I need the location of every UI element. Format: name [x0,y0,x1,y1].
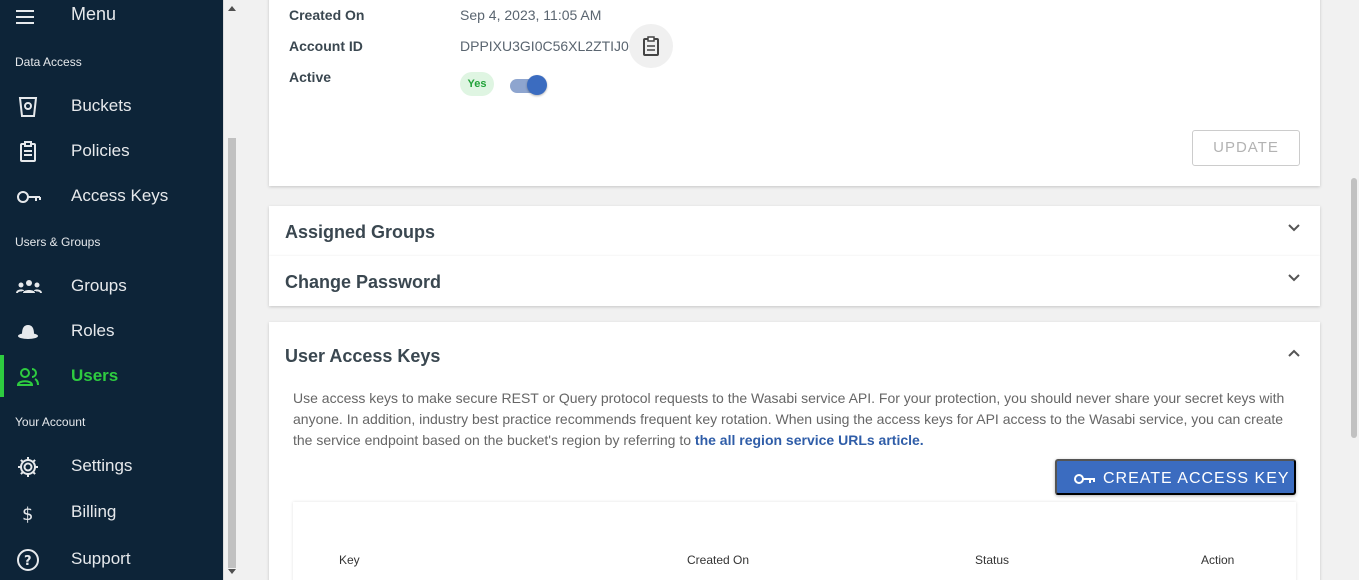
bucket-icon [16,95,40,119]
clipboard-icon [643,36,659,56]
section-users-groups: Users & Groups [15,235,101,249]
created-on-label: Created On [289,7,365,23]
sidebar-scrollbar[interactable] [223,0,239,580]
assigned-groups-accordion[interactable]: Assigned Groups [269,206,1320,256]
sidebar-item-label: Access Keys [71,186,169,205]
menu-toggle[interactable]: Menu [0,2,223,30]
sidebar-item-buckets[interactable]: Buckets [0,85,223,127]
active-indicator [0,355,4,397]
create-access-key-label: CREATE ACCESS KEY [1103,470,1290,487]
user-details-card: Created On Sep 4, 2023, 11:05 AM Account… [269,0,1320,186]
access-keys-description: Use access keys to make secure REST or Q… [293,388,1293,451]
sidebar-item-users[interactable]: Users [0,355,223,397]
column-header-status[interactable]: Status [975,553,1009,567]
toggle-knob [527,75,547,95]
sidebar: Menu Data Access Buckets Policies Access… [0,0,223,580]
user-access-keys-title[interactable]: User Access Keys [285,346,440,367]
region-urls-link[interactable]: the all region service URLs article. [695,432,924,448]
copy-account-id-button[interactable] [629,24,673,68]
active-label: Active [289,69,332,85]
sidebar-item-label: Policies [71,141,130,160]
svg-text:?: ? [24,554,32,569]
help-icon: ? [16,548,40,572]
chevron-up-icon[interactable] [1288,349,1300,357]
created-on-value: Sep 4, 2023, 11:05 AM [460,7,602,23]
dollar-icon: $ [16,501,40,525]
sidebar-item-label: Billing [71,502,117,521]
column-header-key[interactable]: Key [339,553,360,567]
access-keys-table: Key Created On Status Action [293,502,1296,580]
sidebar-item-label: Groups [71,276,127,295]
hamburger-icon [16,10,34,24]
key-icon [16,185,41,209]
gear-icon [16,455,40,479]
page-scrollbar[interactable] [1349,0,1359,580]
sidebar-item-label: Support [71,549,131,568]
section-your-account: Your Account [15,415,86,429]
chevron-down-icon [1288,274,1300,282]
sidebar-item-billing[interactable]: $ Billing [0,491,223,533]
sidebar-item-label: Roles [71,321,115,340]
scroll-down-arrow[interactable] [228,569,236,574]
sidebar-item-settings[interactable]: Settings [0,445,223,487]
create-access-key-button[interactable]: CREATE ACCESS KEY [1055,459,1296,495]
key-icon [1074,474,1095,484]
sidebar-item-policies[interactable]: Policies [0,130,223,172]
menu-label: Menu [71,4,117,24]
clipboard-icon [16,140,40,164]
column-header-created-on[interactable]: Created On [687,553,749,567]
sidebar-item-label: Settings [71,456,133,475]
hat-icon [16,320,40,344]
change-password-accordion[interactable]: Change Password [269,256,1320,306]
scrollbar-thumb[interactable] [228,138,236,568]
column-header-action: Action [1201,553,1235,567]
account-id-label: Account ID [289,38,363,54]
user-access-keys-panel: User Access Keys Use access keys to make… [269,322,1320,580]
sidebar-item-access-keys[interactable]: Access Keys [0,175,223,217]
scroll-up-arrow[interactable] [228,6,236,11]
sidebar-item-roles[interactable]: Roles [0,310,223,352]
main-content: Created On Sep 4, 2023, 11:05 AM Account… [239,0,1349,580]
sidebar-item-groups[interactable]: Groups [0,265,223,307]
active-toggle[interactable] [510,74,548,96]
sidebar-item-label: Buckets [71,96,132,115]
assigned-groups-title: Assigned Groups [285,222,436,242]
section-data-access: Data Access [15,55,82,69]
update-button[interactable]: UPDATE [1192,130,1300,166]
sidebar-item-support[interactable]: ? Support [0,538,223,580]
page-scrollbar-thumb[interactable] [1351,178,1357,438]
svg-text:$: $ [22,504,33,525]
sidebar-item-label: Users [71,366,119,385]
account-id-value: DPPIXU3GI0C56XL2ZTIJ0 [460,38,629,54]
change-password-title: Change Password [285,272,442,292]
chevron-down-icon [1288,224,1300,232]
active-status-badge: Yes [460,72,494,96]
groups-icon [16,275,42,299]
users-icon [16,365,40,389]
